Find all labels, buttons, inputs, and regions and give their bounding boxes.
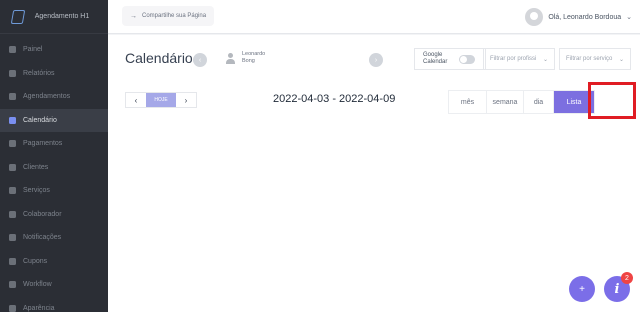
services-icon	[9, 187, 16, 195]
sidebar-item-label: Agendamentos	[23, 93, 71, 101]
sidebar-item-relatorios[interactable]: Relatórios	[0, 62, 108, 86]
next-professional-button[interactable]: ›	[369, 53, 383, 67]
brand-logo-icon	[10, 9, 26, 24]
prev-week-button[interactable]: ‹	[126, 93, 146, 107]
notification-badge: 2	[621, 272, 633, 284]
sidebar-item-aparencia[interactable]: Aparência	[0, 297, 108, 312]
sidebar-item-label: Notificações	[23, 234, 62, 242]
info-icon: i	[614, 281, 620, 297]
sidebar-item-painel[interactable]: Painel	[0, 38, 108, 62]
share-arrow-icon: →	[130, 12, 137, 20]
filter-professional-value: Filtrar por profissi	[490, 56, 537, 62]
google-calendar-label: Google Calendar	[423, 52, 448, 65]
filter-professional-select[interactable]: Filtrar por profissi ⌄	[483, 48, 555, 70]
sidebar-item-label: Relatórios	[23, 69, 55, 77]
sidebar-item-calendario[interactable]: Calendário	[0, 108, 108, 132]
clock-icon	[9, 93, 16, 101]
user-menu[interactable]: Olá, Leonardo Bordoua ⌄	[525, 6, 632, 28]
calendar-page: Calendário ‹ Leonardo Bong › Google Cale…	[108, 35, 640, 312]
reports-icon	[9, 69, 16, 77]
add-appointment-button[interactable]: +	[569, 276, 595, 302]
chevron-down-icon: ⌄	[618, 56, 624, 63]
brand-title: Agendamento H1	[34, 12, 90, 20]
toggle-switch[interactable]	[459, 54, 475, 64]
chevron-right-icon: ›	[374, 56, 378, 64]
person-icon	[9, 210, 16, 218]
sidebar: Agendamento H1 Painel Relatórios Agendam…	[0, 0, 108, 312]
user-greeting: Olá, Leonardo Bordoua	[548, 13, 622, 21]
sidebar-item-label: Calendário	[23, 116, 57, 124]
sidebar-item-label: Clientes	[23, 163, 49, 171]
workflow-icon	[9, 281, 16, 289]
sidebar-item-label: Serviços	[23, 187, 50, 195]
sidebar-item-pagamentos[interactable]: Pagamentos	[0, 132, 108, 156]
sidebar-item-label: Cupons	[23, 257, 48, 265]
view-day-button[interactable]: dia	[524, 91, 554, 113]
brand[interactable]: Agendamento H1	[0, 0, 108, 34]
professional-selector[interactable]: Leonardo Bong	[226, 51, 278, 65]
share-page-button[interactable]: → Compartilhe sua Página	[122, 6, 215, 26]
share-page-label: Compartilhe sua Página	[142, 13, 207, 19]
view-month-button[interactable]: mês	[449, 91, 487, 113]
sidebar-item-notificacoes[interactable]: Notificações	[0, 226, 108, 250]
brush-icon	[9, 304, 16, 312]
sidebar-item-colaborador[interactable]: Colaborador	[0, 203, 108, 227]
calendar-icon	[9, 116, 16, 124]
users-icon	[9, 163, 16, 171]
sidebar-item-clientes[interactable]: Clientes	[0, 156, 108, 180]
view-week-button[interactable]: semana	[487, 91, 524, 113]
filter-service-select[interactable]: Filtrar por serviço ⌄	[559, 48, 631, 70]
sidebar-item-agendamentos[interactable]: Agendamentos	[0, 85, 108, 109]
payment-icon	[9, 140, 16, 148]
view-switcher: mês semana dia Lista	[448, 90, 595, 114]
sidebar-item-label: Workflow	[23, 281, 52, 289]
tag-icon	[9, 257, 16, 265]
next-week-button[interactable]: ›	[176, 93, 196, 107]
chevron-left-icon: ‹	[198, 56, 202, 64]
chevron-down-icon: ⌄	[542, 56, 548, 63]
sidebar-item-servicos[interactable]: Serviços	[0, 179, 108, 203]
plus-icon: +	[579, 283, 585, 295]
page-title: Calendário	[125, 50, 193, 66]
dashboard-icon	[9, 46, 16, 54]
chevron-down-icon: ⌄	[626, 14, 632, 21]
sidebar-item-label: Colaborador	[23, 210, 62, 218]
person-icon	[226, 52, 235, 64]
sidebar-item-label: Aparência	[23, 304, 55, 312]
filter-service-value: Filtrar por serviço	[566, 56, 613, 62]
highlight-box	[588, 82, 636, 119]
google-calendar-toggle[interactable]: Google Calendar	[414, 48, 486, 70]
today-button[interactable]: HOJE	[146, 93, 176, 107]
topbar: → Compartilhe sua Página Olá, Leonardo B…	[108, 0, 640, 34]
date-range: 2022-04-03 - 2022-04-09	[273, 93, 396, 105]
sidebar-item-cupons[interactable]: Cupons	[0, 250, 108, 274]
sidebar-menu: Painel Relatórios Agendamentos Calendári…	[0, 38, 108, 312]
date-navigation: ‹ HOJE ›	[125, 92, 197, 108]
sidebar-item-workflow[interactable]: Workflow	[0, 273, 108, 297]
professional-name: Leonardo Bong	[242, 51, 266, 64]
send-icon	[9, 234, 16, 242]
sidebar-item-label: Pagamentos	[23, 140, 63, 148]
sidebar-item-label: Painel	[23, 46, 43, 54]
prev-professional-button[interactable]: ‹	[193, 53, 207, 67]
avatar	[525, 8, 544, 26]
